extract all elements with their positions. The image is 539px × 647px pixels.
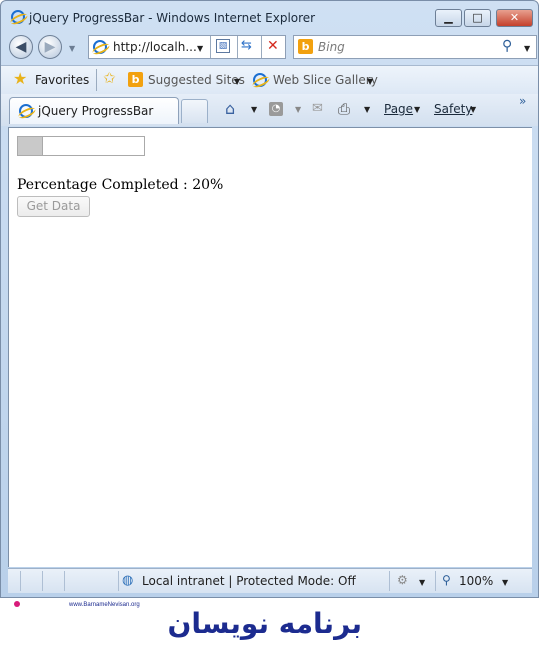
safety-menu[interactable]: Safety [434,102,472,116]
divider [210,36,211,58]
suggested-sites-dropdown-icon[interactable]: ▼ [234,77,240,86]
logo-wordmark: برنامه نویسان [167,607,362,640]
divider [64,571,65,591]
address-dropdown-icon[interactable]: ▼ [197,44,203,53]
ie-logo-icon [11,10,25,24]
get-data-button[interactable]: Get Data [17,196,90,217]
protected-mode-icon[interactable]: ⚙ [397,573,408,587]
bing-logo-icon: b [298,39,313,54]
feeds-icon[interactable]: ◔ [269,102,283,116]
progress-bar-fill [18,137,43,155]
browser-window: jQuery ProgressBar - Windows Internet Ex… [0,0,539,598]
close-button[interactable]: ✕ [496,9,533,27]
toolbar-overflow-chevron[interactable]: » [519,94,526,108]
bing-suggested-icon: b [128,72,143,87]
percentage-label: Percentage Completed : 20% [17,177,224,193]
divider [435,571,436,591]
web-slice-icon [253,73,267,87]
page-menu[interactable]: Page [384,102,413,116]
tab-bar: jQuery ProgressBar ⌂ ▼ ◔ ▼ ✉ ⎙ ▼ Page ▼ … [1,94,538,126]
search-bar[interactable]: b Bing ⚲ ▼ [293,35,537,59]
zoom-icon[interactable]: ⚲ [442,573,451,587]
window-title: jQuery ProgressBar - Windows Internet Ex… [29,11,316,25]
print-dropdown-icon[interactable]: ▼ [364,105,370,114]
address-bar[interactable]: http://localh... ▼ ▧ ⇆ ✕ [88,35,286,59]
progress-bar [17,136,145,156]
tab-favicon-icon [19,104,33,118]
suggested-sites-link[interactable]: Suggested Sites [148,73,245,87]
home-dropdown-icon[interactable]: ▼ [251,105,257,114]
web-slice-gallery-link[interactable]: Web Slice Gallery [273,73,378,87]
recent-pages-dropdown-icon[interactable]: ▼ [69,44,75,53]
favorites-star-icon[interactable]: ★ [13,69,27,88]
web-slice-dropdown-icon[interactable]: ▼ [367,77,373,86]
read-mail-icon[interactable]: ✉ [312,101,323,116]
divider [20,571,21,591]
back-button[interactable]: ◀ [9,35,33,59]
zoom-dropdown-icon[interactable]: ▼ [502,578,508,587]
navigation-bar: ◀ ▶ ▼ http://localh... ▼ ▧ ⇆ ✕ b Bing ⚲ … [1,33,538,63]
page-favicon-icon [93,40,107,54]
search-icon[interactable]: ⚲ [502,38,512,54]
divider [42,571,43,591]
search-input[interactable]: Bing [318,40,345,54]
divider [389,571,390,591]
feeds-dropdown-icon[interactable]: ▼ [295,105,301,114]
divider [237,36,238,58]
refresh-icon[interactable]: ⇆ [241,38,252,53]
print-icon[interactable]: ⎙ [338,100,350,118]
tab-label[interactable]: jQuery ProgressBar [38,104,153,118]
safety-menu-dropdown-icon[interactable]: ▼ [470,105,476,114]
home-icon[interactable]: ⌂ [225,99,235,118]
maximize-button[interactable]: □ [464,9,491,27]
tab-jquery-progressbar[interactable]: jQuery ProgressBar [9,97,179,124]
page-content: Percentage Completed : 20% Get Data [8,127,532,567]
status-bar: ◍ Local intranet | Protected Mode: Off ⚙… [8,568,532,593]
divider [118,571,119,591]
divider [261,36,262,58]
address-text[interactable]: http://localh... [113,40,197,54]
globe-icon: ◍ [122,573,134,588]
protected-mode-dropdown-icon[interactable]: ▼ [419,578,425,587]
add-to-favorites-icon[interactable]: ✩ [103,69,116,87]
search-options-dropdown-icon[interactable]: ▼ [524,44,530,53]
title-bar: jQuery ProgressBar - Windows Internet Ex… [1,1,538,33]
zoom-level[interactable]: 100% [459,574,493,588]
compatibility-view-icon[interactable]: ▧ [216,39,230,53]
barnamenevisan-logo: www.BarnameNevisan.org برنامه نویسان [14,601,364,643]
favorites-bar: ★ Favorites ✩ b Suggested Sites ▼ Web Sl… [1,65,538,95]
forward-button[interactable]: ▶ [38,35,62,59]
divider [96,69,97,91]
security-zone-text[interactable]: Local intranet | Protected Mode: Off [142,574,356,588]
minimize-button[interactable]: ▁ [435,9,462,27]
favorites-button[interactable]: Favorites [35,73,89,87]
stop-icon[interactable]: ✕ [267,38,279,54]
page-menu-dropdown-icon[interactable]: ▼ [414,105,420,114]
new-tab-button[interactable] [181,99,208,123]
